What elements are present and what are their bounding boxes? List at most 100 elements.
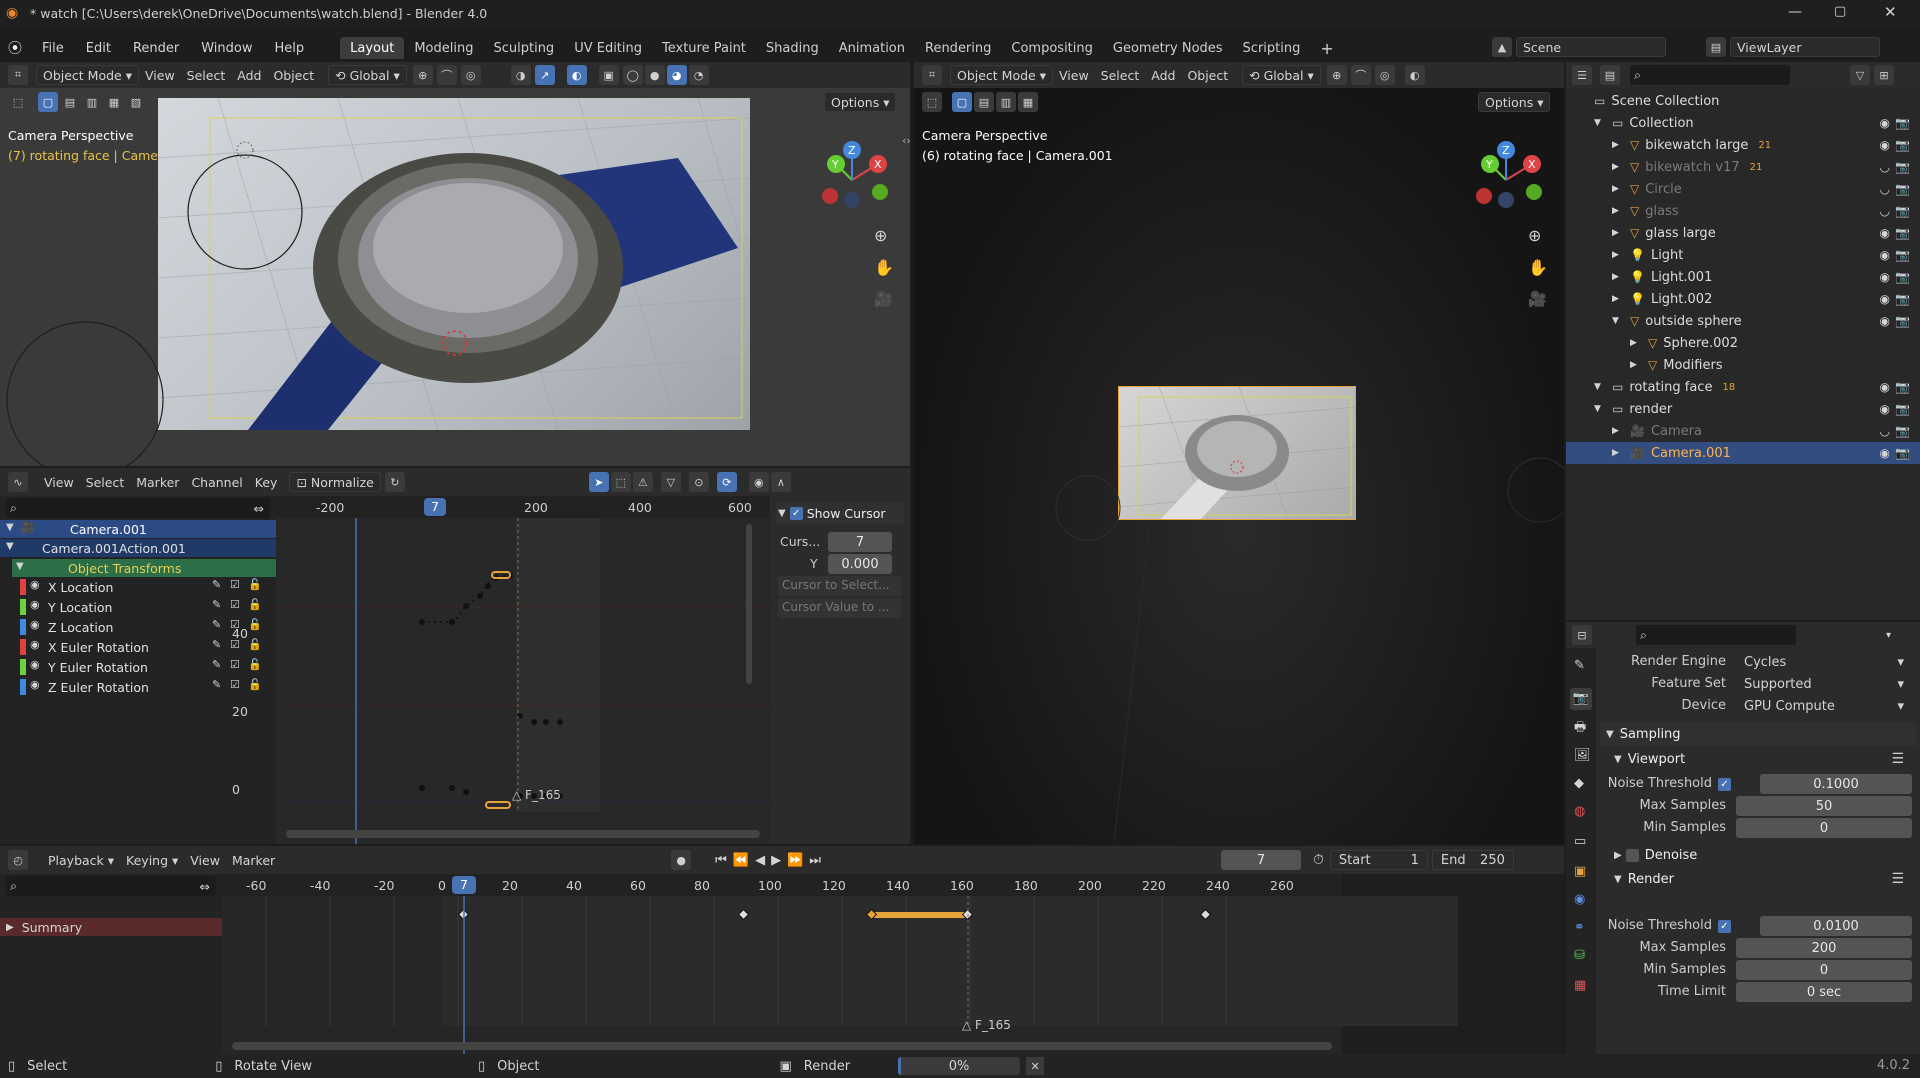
- tab-modeling[interactable]: Modeling: [404, 37, 483, 59]
- eye-icon[interactable]: ◉: [1880, 292, 1890, 306]
- scene-name[interactable]: Scene: [1516, 37, 1666, 57]
- maximize-icon[interactable]: ▢: [1834, 4, 1846, 19]
- collection-tab-icon[interactable]: ▭: [1574, 834, 1586, 849]
- blender-menu-icon[interactable]: ⦿: [8, 38, 22, 58]
- cursor-x-field[interactable]: 7: [828, 532, 892, 552]
- view-layer-tab-icon[interactable]: 🖼: [1574, 748, 1591, 763]
- cursor-value-to-selection-button[interactable]: Cursor Value to ...: [778, 598, 902, 618]
- timeline-h-scrollbar[interactable]: [232, 1042, 1332, 1050]
- snap-icon[interactable]: ⌒: [1350, 65, 1371, 85]
- eye-icon[interactable]: ◉: [1880, 402, 1890, 416]
- render-visibility-icon[interactable]: 📷: [1895, 248, 1910, 262]
- expand-icon[interactable]: ▶: [1630, 360, 1642, 370]
- nav-gizmo[interactable]: X Y Z: [1466, 140, 1546, 220]
- fcurve-channel-label[interactable]: Y Location: [48, 598, 112, 616]
- timeline-area[interactable]: -60 -40 -20 0 7 20 40 60 80 100 120 140 160 180 200 220…: [222, 874, 1458, 1054]
- physics-tab-icon[interactable]: ◉: [1574, 892, 1585, 907]
- outliner-item[interactable]: ▶ 💡 Light.001 ◉ 📷: [1566, 266, 1920, 288]
- close-window-icon[interactable]: ✕: [1884, 3, 1897, 21]
- menu-view[interactable]: View: [38, 472, 80, 492]
- render-tab-icon[interactable]: 📷: [1570, 688, 1592, 710]
- expand-icon[interactable]: ▼: [1594, 404, 1606, 414]
- filter-icon[interactable]: ▽: [660, 472, 681, 492]
- menu-marker[interactable]: Marker: [130, 472, 185, 492]
- swap-icon[interactable]: ⇔: [254, 501, 264, 516]
- shading-material-icon[interactable]: ◕: [666, 65, 687, 85]
- outliner-item[interactable]: ▶ ▽ Modifiers: [1566, 354, 1920, 376]
- viewport-right[interactable]: ⌗ Object Mode ▾ View Select Add Object ⟲…: [914, 62, 1564, 844]
- proportional-icon[interactable]: ◉: [748, 472, 769, 492]
- show-hidden-icon[interactable]: ⬚: [610, 472, 631, 492]
- end-frame-field[interactable]: End 250: [1431, 850, 1514, 870]
- sampling-panel-header[interactable]: ▼ Sampling: [1600, 722, 1916, 746]
- tab-texture-paint[interactable]: Texture Paint: [652, 37, 756, 59]
- render-visibility-icon[interactable]: 📷: [1895, 270, 1910, 284]
- pivot-icon[interactable]: ⊕: [412, 65, 433, 85]
- render-visibility-icon[interactable]: 📷: [1895, 424, 1910, 438]
- lock-icon[interactable]: 🔓: [248, 578, 262, 591]
- normalize-toggle[interactable]: ⊡ Normalize: [289, 472, 381, 492]
- hidden-eye-icon[interactable]: ◡: [1880, 204, 1890, 218]
- menu-marker[interactable]: Marker: [226, 850, 281, 870]
- vp-max-samples-field[interactable]: 50: [1736, 796, 1912, 816]
- timeline-marker-f165[interactable]: △ F_165: [962, 1018, 1011, 1032]
- hidden-eye-icon[interactable]: ◡: [1880, 182, 1890, 196]
- render-visibility-icon[interactable]: 📷: [1895, 226, 1910, 240]
- expand-icon[interactable]: ▶: [1612, 250, 1624, 260]
- texture-tab-icon[interactable]: ▦: [1574, 978, 1586, 993]
- presets-icon[interactable]: ☰: [1891, 871, 1904, 887]
- r-max-samples-field[interactable]: 200: [1736, 938, 1912, 958]
- mode-dropdown[interactable]: Object Mode ▾: [950, 65, 1053, 85]
- checkbox-icon[interactable]: ☑: [230, 678, 240, 691]
- graph-area[interactable]: -200 7 200 400 600 40 20 0 △ F_165: [232, 496, 770, 844]
- menu-view[interactable]: View: [139, 65, 181, 85]
- data-tab-icon[interactable]: ⛁: [1574, 948, 1585, 963]
- tab-geometry-nodes[interactable]: Geometry Nodes: [1103, 37, 1233, 59]
- new-collection-icon[interactable]: ⊞: [1874, 65, 1894, 85]
- marker-f165[interactable]: △ F_165: [512, 788, 561, 802]
- xray-icon[interactable]: ▣: [598, 65, 619, 85]
- fcurve-channel-label[interactable]: X Euler Rotation: [48, 638, 149, 656]
- menu-object[interactable]: Object: [1181, 65, 1234, 85]
- eye-icon[interactable]: ◉: [30, 638, 40, 651]
- lock-icon[interactable]: 🔓: [248, 658, 262, 671]
- proportional-icon[interactable]: ◎: [460, 65, 481, 85]
- vp-noise-threshold-checkbox[interactable]: ✓: [1718, 778, 1731, 791]
- options-dropdown[interactable]: Options ▾: [1478, 92, 1551, 112]
- timeline-search-input[interactable]: ⌕ ⇔: [6, 876, 216, 896]
- output-tab-icon[interactable]: 🖶: [1574, 718, 1586, 740]
- viewlayer-name[interactable]: ViewLayer: [1730, 37, 1880, 57]
- select-extend-icon[interactable]: ▤: [60, 92, 80, 112]
- gizmo-icon[interactable]: ↗: [534, 65, 555, 85]
- channel-search-input[interactable]: ⌕ ⇔: [6, 498, 270, 518]
- hidden-eye-icon[interactable]: ◡: [1880, 160, 1890, 174]
- transform-orientation[interactable]: ⟲ Global ▾: [328, 65, 407, 85]
- outliner-item[interactable]: ▭ Scene Collection: [1566, 90, 1920, 112]
- eye-icon[interactable]: ◉: [30, 678, 40, 691]
- cursor-to-selected-button[interactable]: Cursor to Select...: [778, 576, 902, 596]
- graph-v-scrollbar[interactable]: [746, 524, 752, 684]
- eye-icon[interactable]: ◉: [1880, 380, 1890, 394]
- eye-icon[interactable]: ◉: [1880, 138, 1890, 152]
- expand-icon[interactable]: ▼: [6, 541, 14, 552]
- select-extend-icon[interactable]: ▤: [974, 92, 994, 112]
- record-icon[interactable]: ●: [671, 850, 692, 870]
- viewlayer-selector[interactable]: ▤ ViewLayer: [1706, 37, 1880, 57]
- wrench-icon[interactable]: ✎: [212, 638, 221, 651]
- eye-icon[interactable]: ◉: [30, 618, 40, 631]
- viewport-subpanel-header[interactable]: ▼ Viewport ☰: [1610, 748, 1910, 770]
- render-visibility-icon[interactable]: 📷: [1895, 182, 1910, 196]
- errors-icon[interactable]: ⚠: [632, 472, 653, 492]
- show-cursor-panel[interactable]: ▼ ✓ Show Cursor: [776, 502, 904, 524]
- feature-set-dropdown[interactable]: Supported ▾: [1736, 674, 1912, 695]
- menu-object[interactable]: Object: [267, 65, 320, 85]
- visibility-icon[interactable]: ◑: [510, 65, 531, 85]
- eye-icon[interactable]: ◉: [1880, 270, 1890, 284]
- lock-icon[interactable]: 🔓: [248, 618, 262, 631]
- cursor-y-field[interactable]: 0.000: [828, 554, 892, 574]
- mode-dropdown[interactable]: Object Mode ▾: [36, 65, 139, 85]
- transform-orientation[interactable]: ⟲ Global ▾: [1242, 65, 1321, 85]
- minimize-icon[interactable]: —: [1788, 4, 1802, 20]
- pivot-icon[interactable]: ⊙: [688, 472, 709, 492]
- render-visibility-icon[interactable]: 📷: [1895, 402, 1910, 416]
